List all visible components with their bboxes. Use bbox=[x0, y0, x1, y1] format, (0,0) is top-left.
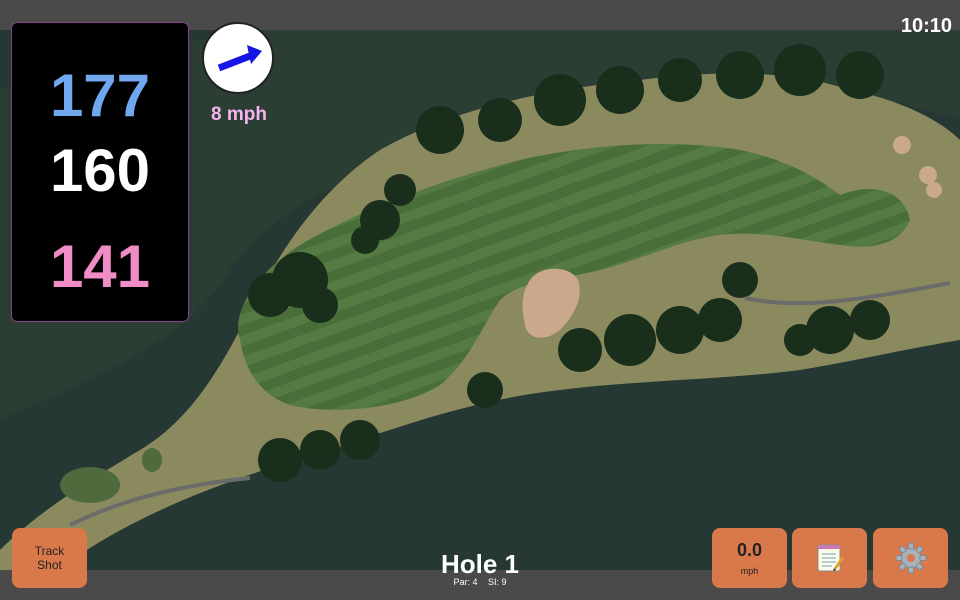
notepad-icon bbox=[817, 544, 844, 572]
speed-value: 0.0 bbox=[736, 540, 763, 560]
distance-front: 141 bbox=[49, 233, 151, 300]
clock: 10:10 bbox=[900, 15, 952, 37]
track-shot-line1: Track bbox=[34, 544, 65, 558]
track-shot-line2: Shot bbox=[37, 558, 62, 572]
hole-title: Hole 1 bbox=[440, 549, 520, 579]
wind-speed-label: 8 mph bbox=[211, 104, 267, 125]
distance-back: 177 bbox=[49, 62, 151, 129]
distance-panel: 177 160 141 bbox=[11, 22, 189, 322]
speed-button[interactable]: 0.0 mph bbox=[712, 528, 787, 588]
hole-info: Par: 4 SI: 9 bbox=[380, 577, 580, 587]
gear-icon bbox=[895, 542, 926, 574]
distance-middle: 160 bbox=[49, 137, 151, 204]
par-label: Par: 4 bbox=[453, 577, 478, 587]
notes-button[interactable] bbox=[792, 528, 867, 588]
wind-arrow-icon bbox=[217, 45, 262, 72]
wind-indicator bbox=[202, 22, 274, 94]
si-label: SI: 9 bbox=[488, 577, 507, 587]
settings-button[interactable] bbox=[873, 528, 948, 588]
speed-unit: mph bbox=[740, 566, 759, 576]
track-shot-button[interactable]: Track Shot bbox=[12, 528, 87, 588]
